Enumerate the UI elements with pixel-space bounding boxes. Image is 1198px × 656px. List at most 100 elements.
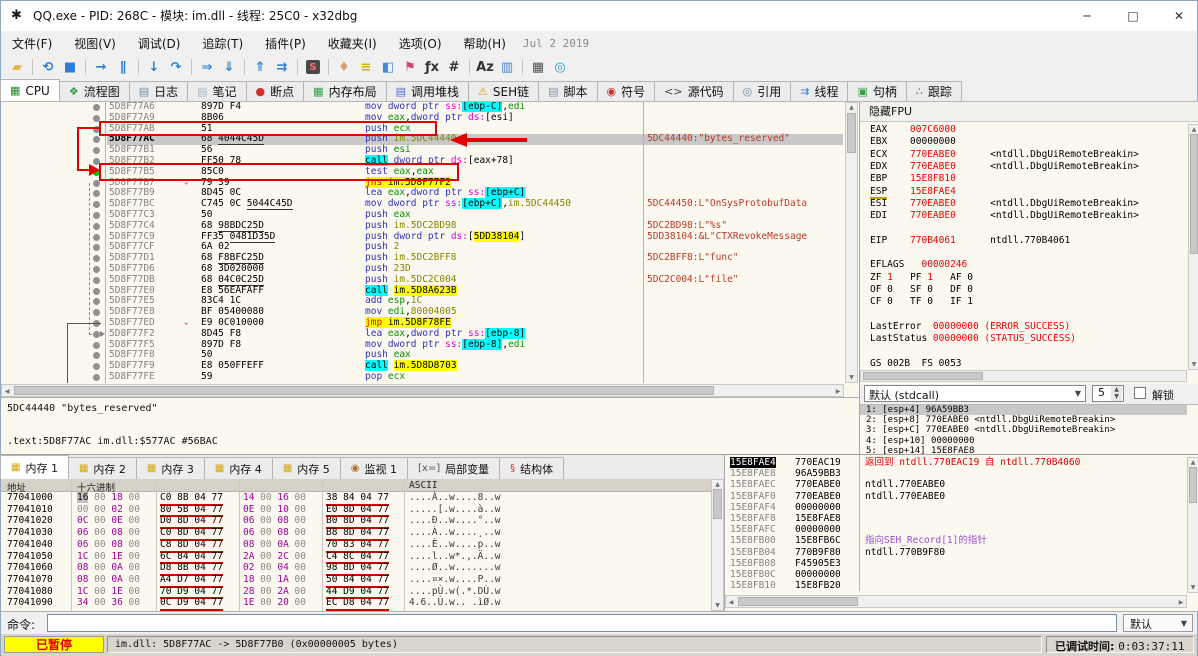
tab-内存 1[interactable]: ▦ 内存 1 xyxy=(0,455,69,479)
memory-row[interactable]: 77041050 1C 00 1E 00 6C 84 04 77 2A 00 2C 0… xyxy=(1,551,711,565)
tab-线程[interactable]: ⇉ 线程 xyxy=(790,81,849,101)
stack-row[interactable]: 15E8FB00 15E8FB6C 指向SEH_Record[1]的指针 xyxy=(725,535,1185,546)
register-row[interactable]: EBP 15E8FB10 xyxy=(870,173,956,185)
memory-row[interactable]: 77041020 0C 00 0E 00 D0 8D 04 77 06 00 08 0… xyxy=(1,515,711,530)
memory-row[interactable]: 77041090 34 00 36 00 0C D9 04 77 1E 00 20 0… xyxy=(1,597,711,611)
row-dot[interactable] xyxy=(93,309,100,317)
tab-内存 3[interactable]: ▦ 内存 3 xyxy=(135,457,205,479)
registers-vscrollbar[interactable]: ▲ ▼ xyxy=(1188,124,1198,370)
functions-icon[interactable]: ƒx xyxy=(421,57,443,77)
restart-icon[interactable]: ⟲ xyxy=(37,57,59,77)
stack-row[interactable]: 15E8FB0C 00000000 xyxy=(725,569,1185,580)
run-to-user-icon[interactable]: ⇉ xyxy=(271,57,293,77)
tab-内存 5[interactable]: ▦ 内存 5 xyxy=(271,457,341,479)
tab-CPU[interactable]: ▦ CPU xyxy=(0,79,60,101)
row-dot[interactable] xyxy=(93,298,100,306)
row-dot[interactable] xyxy=(93,276,100,284)
memory-vscrollbar[interactable]: ▲ ▼ xyxy=(711,479,724,611)
stepper-arrows-icon[interactable]: ▲ ▼ xyxy=(1111,386,1122,401)
step-out-icon[interactable]: ⇑ xyxy=(249,57,271,77)
memory-row[interactable]: 77041000 16 00 18 00 C0 8B 04 77 14 00 16 0… xyxy=(1,492,711,506)
argument-row[interactable]: 2: [esp+8] 770EABE0 <ntdll.DbgUiRemoteBr… xyxy=(860,415,1187,425)
register-row[interactable]: ZF 1 PF 1 AF 0 xyxy=(870,272,973,284)
tab-断点[interactable]: ● 断点 xyxy=(245,81,305,101)
minimize-button[interactable]: ─ xyxy=(1077,9,1097,23)
tab-日志[interactable]: ▤ 日志 xyxy=(128,81,189,101)
stack-row[interactable]: 15E8FAE8 96A59BB3 xyxy=(725,468,1185,479)
animate-into-icon[interactable]: ⇓ xyxy=(218,57,240,77)
tab-句柄[interactable]: ▣ 句柄 xyxy=(847,81,907,101)
maximize-button[interactable]: □ xyxy=(1123,9,1143,23)
register-row[interactable]: ESP 15E8FAE4 xyxy=(870,185,956,199)
tab-流程图[interactable]: ❖ 流程图 xyxy=(58,81,130,101)
stop-icon[interactable]: ■ xyxy=(59,57,81,77)
tab-内存 4[interactable]: ▦ 内存 4 xyxy=(203,457,273,479)
row-dot[interactable] xyxy=(93,244,100,252)
register-row[interactable]: EIP 770B4061 ntdll.770B4061 xyxy=(870,235,1070,247)
unlock-checkbox[interactable] xyxy=(1134,387,1146,399)
register-row[interactable]: EBX 00000000 xyxy=(870,136,956,148)
menu-item[interactable]: 调试(D) xyxy=(127,31,192,55)
disasm-row[interactable]: 5D8F77FE 59 pop ecx xyxy=(1,371,843,383)
menu-item[interactable]: 文件(F) xyxy=(1,31,63,55)
argument-count-stepper[interactable]: 5 ▲ ▼ xyxy=(1092,385,1124,402)
tab-笔记[interactable]: ▤ 笔记 xyxy=(187,81,247,101)
hash-icon[interactable]: # xyxy=(443,57,465,77)
hide-fpu-button[interactable]: 隐藏FPU xyxy=(860,102,1198,122)
strings-icon[interactable]: Az xyxy=(474,57,496,77)
stack-row[interactable]: 15E8FAEC 770EABE0 ntdll.770EABE0 xyxy=(725,479,1185,490)
tab-SEH链[interactable]: ⚠ SEH链 xyxy=(468,81,540,101)
argument-row[interactable]: 1: [esp+4] 96A59BB3 xyxy=(860,405,1187,416)
step-into-icon[interactable]: ↓ xyxy=(143,57,165,77)
register-row[interactable]: CF 0 TF 0 IF 1 xyxy=(870,296,973,308)
menu-item[interactable]: 帮助(H) xyxy=(453,31,517,55)
argument-row[interactable]: 3: [esp+C] 770EABE0 <ntdll.DbgUiRemoteBr… xyxy=(860,425,1187,435)
memory-row[interactable]: 77041010 00 00 02 00 80 5B 04 77 0E 00 10 0… xyxy=(1,504,711,518)
register-row[interactable]: OF 0 SF 0 DF 0 xyxy=(870,284,973,296)
row-dot[interactable] xyxy=(93,136,100,144)
run-icon[interactable]: → xyxy=(90,57,112,77)
labels-icon[interactable]: ◧ xyxy=(377,57,399,77)
stack-row[interactable]: 15E8FAFC 00000000 xyxy=(725,524,1185,535)
tab-源代码[interactable]: <> 源代码 xyxy=(654,81,734,101)
run-to-user-code-icon[interactable]: ⇒ xyxy=(196,57,218,77)
tab-结构体[interactable]: § 结构体 xyxy=(499,457,565,479)
register-row[interactable]: EDI 770EABE0 <ntdll.DbgUiRemoteBreakin> xyxy=(870,210,1139,222)
tab-监视 1[interactable]: ◉ 监视 1 xyxy=(339,457,408,479)
register-row[interactable]: LastError 00000000 (ERROR_SUCCESS) xyxy=(870,321,1070,333)
tab-脚本[interactable]: ▤ 脚本 xyxy=(538,81,598,101)
stack-vscrollbar[interactable]: ▲ ▼ xyxy=(1187,457,1198,593)
memory-row[interactable]: 77041030 06 00 08 00 C0 8D 04 77 06 00 08 0… xyxy=(1,527,711,541)
row-dot[interactable] xyxy=(93,352,100,360)
row-dot[interactable] xyxy=(93,147,100,155)
stack-row[interactable]: 15E8FAF0 770EABE0 ntdll.770EABE0 xyxy=(725,491,1185,502)
stack-hscrollbar[interactable]: ◀ ▶ xyxy=(725,595,1187,608)
memory-row[interactable]: 77041040 06 00 08 00 C8 8D 04 77 08 00 0A 0… xyxy=(1,539,711,553)
registers-hscrollbar[interactable] xyxy=(860,370,1187,382)
argument-row[interactable]: 4: [esp+10] 00000000 xyxy=(860,436,1187,446)
menu-item[interactable]: 收藏夹(I) xyxy=(317,31,388,55)
stack-row[interactable]: 15E8FAE4 770EAC19 返回到 ntdll.770EAC19 自 ntd… xyxy=(725,457,1185,469)
tab-跟踪[interactable]: ∴ 跟踪 xyxy=(905,81,962,101)
memory-row[interactable]: 77041060 08 00 0A 00 D8 8B 04 77 02 00 04 0… xyxy=(1,562,711,576)
register-row[interactable]: LastStatus 00000000 (STATUS_SUCCESS) xyxy=(870,333,1076,345)
system-breakpoint-icon[interactable]: S xyxy=(302,57,324,77)
globe-icon[interactable]: ◎ xyxy=(549,57,571,77)
row-dot[interactable] xyxy=(93,212,100,219)
register-row[interactable]: GS 002B FS 0053 xyxy=(870,358,962,370)
row-dot[interactable] xyxy=(93,287,100,295)
menu-item[interactable]: 追踪(T) xyxy=(191,31,254,55)
stack-row[interactable]: 15E8FB10 15E8FB20 xyxy=(725,580,1185,591)
tab-局部变量[interactable]: [x=] 局部变量 xyxy=(407,457,501,479)
comments-icon[interactable]: ≡ xyxy=(355,57,377,77)
row-dot[interactable] xyxy=(93,374,100,381)
menu-item[interactable]: 插件(P) xyxy=(254,31,317,55)
log-device-icon[interactable]: ▥ xyxy=(496,57,518,77)
row-dot[interactable] xyxy=(93,201,100,209)
tab-引用[interactable]: ◎ 引用 xyxy=(732,81,792,101)
tab-内存 2[interactable]: ▦ 内存 2 xyxy=(67,457,137,479)
disasm-vscrollbar[interactable]: ▲ ▼ xyxy=(845,102,858,383)
register-row[interactable]: EDX 770EABE0 <ntdll.DbgUiRemoteBreakin> xyxy=(870,161,1139,173)
row-dot[interactable] xyxy=(93,341,100,349)
calculator-icon[interactable]: ▦ xyxy=(527,57,549,77)
